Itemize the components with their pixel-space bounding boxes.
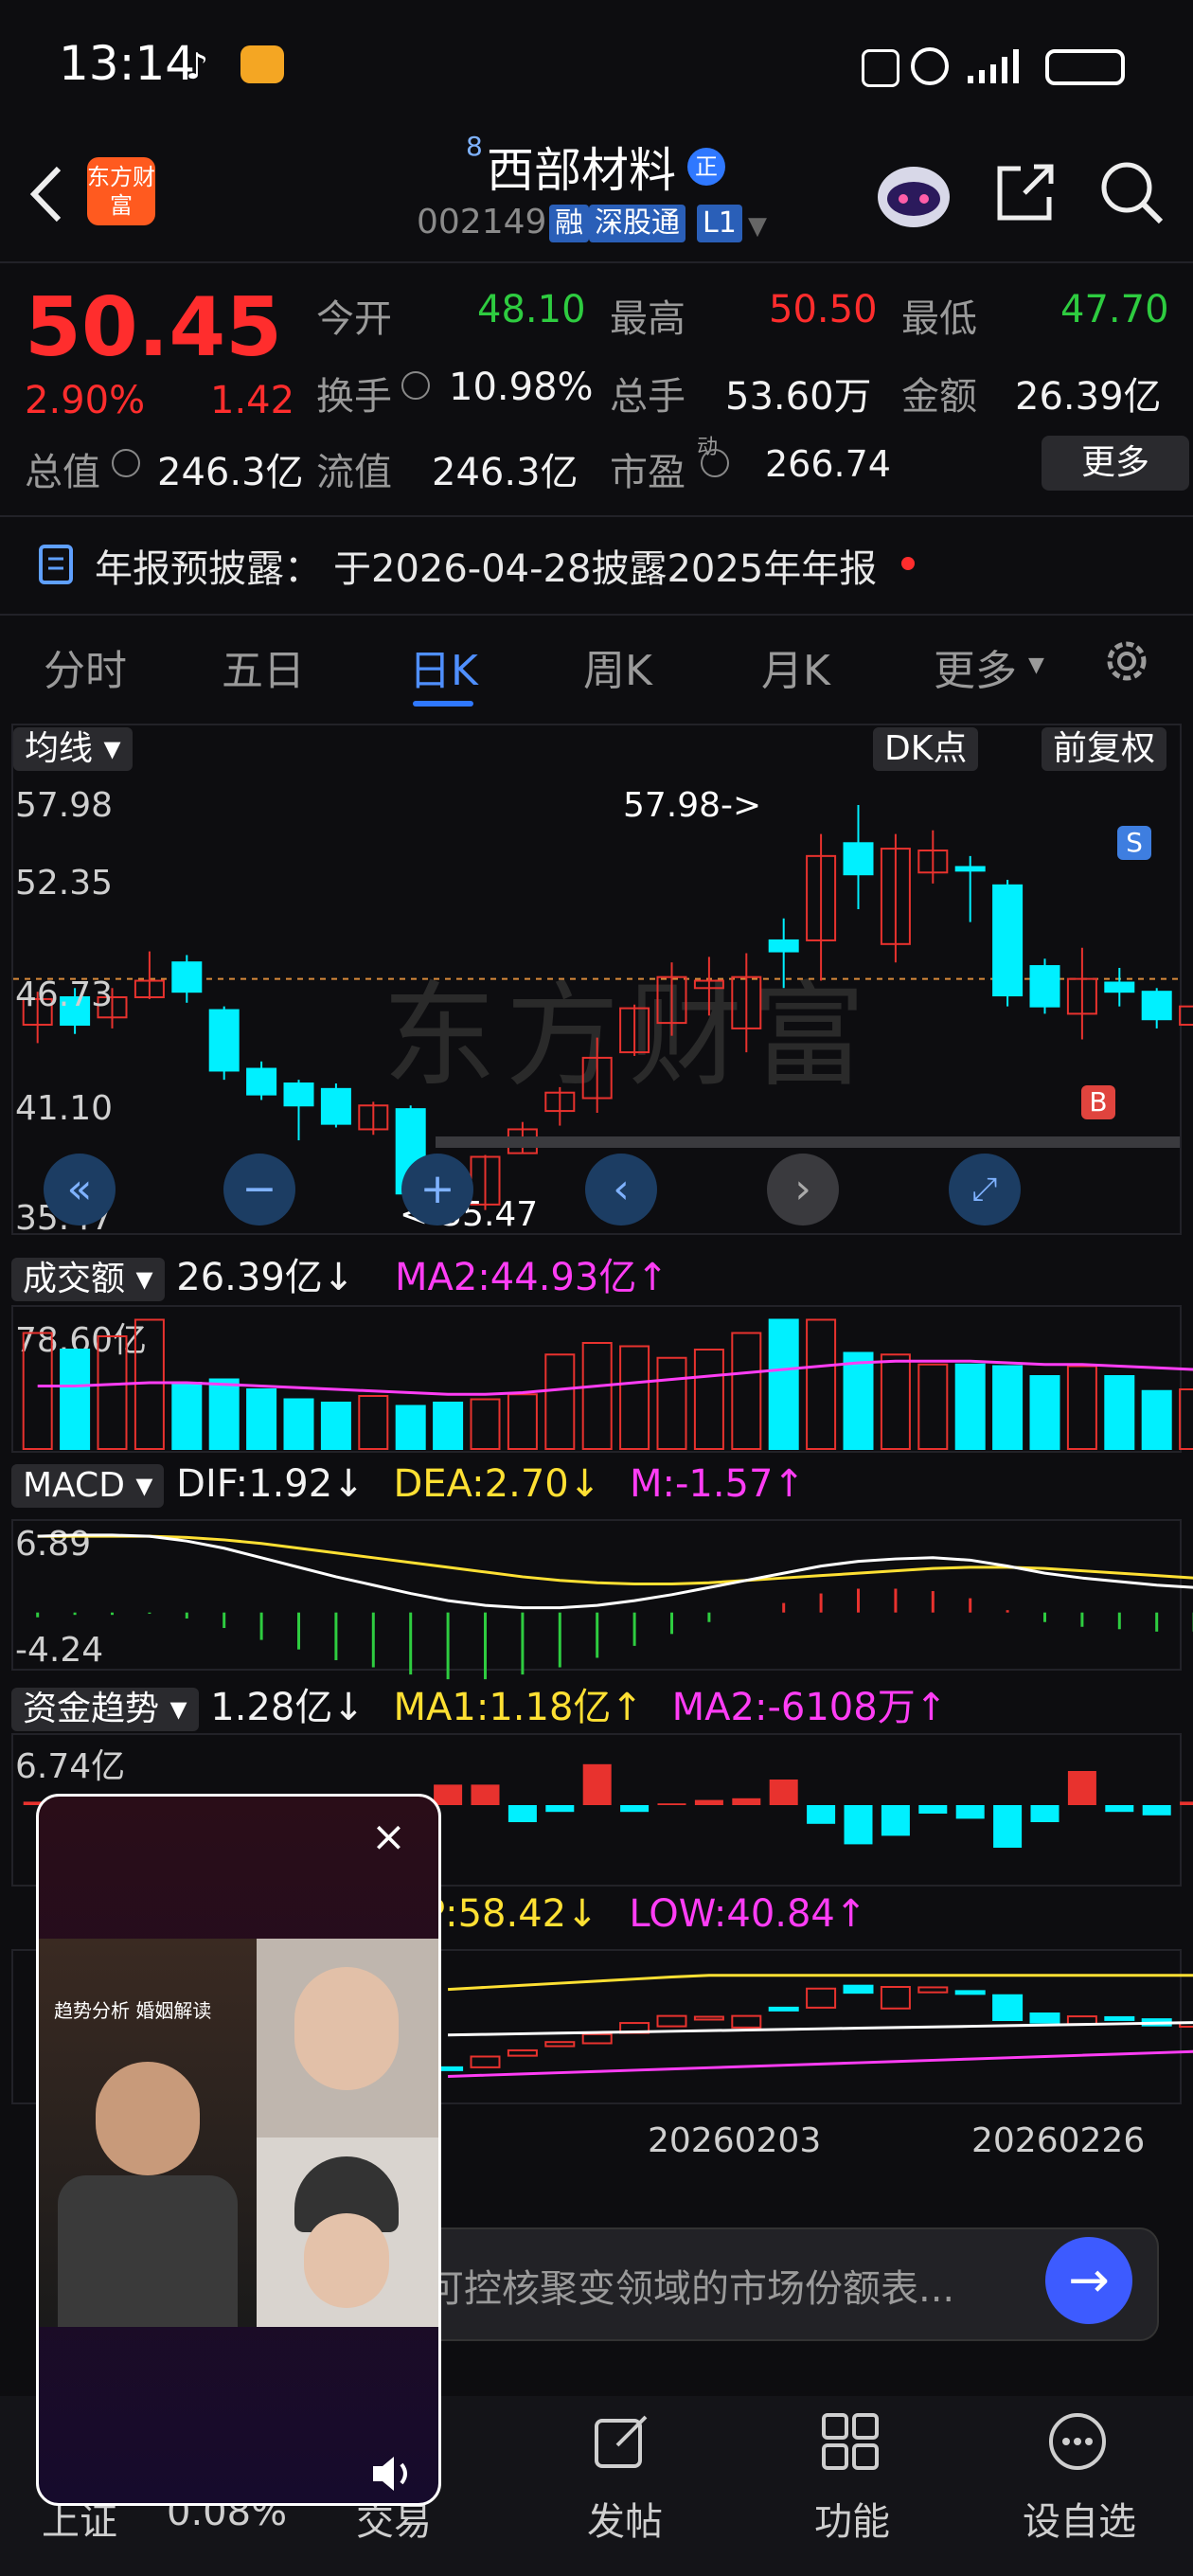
band-mid-line [448,2021,1193,2037]
volume-bar [246,1388,277,1450]
band-candle [917,1986,949,1994]
send-arrow-icon[interactable]: → [1045,2237,1132,2324]
volume-bar [97,1335,128,1450]
band-candle [880,1986,911,2010]
volume-bar [358,1395,389,1450]
video-banner-text: 趋势分析 婚姻解读 [54,1999,212,2022]
host-body [58,2175,238,2327]
fund-bar [844,1805,873,1845]
video-guest-frame [257,1939,438,2138]
volume-bar [619,1345,650,1450]
close-icon[interactable]: × [371,1813,406,1861]
volume-bar [395,1404,426,1450]
volume-bar [1029,1375,1060,1450]
fund-bar [620,1805,650,1813]
band-candle [544,2041,576,2048]
guest-avatar [294,1967,399,2090]
fund-bar [1030,1805,1059,1822]
fund-bar [507,1805,537,1822]
more-dots-icon[interactable] [1047,2411,1108,2472]
volume-bar [806,1318,837,1450]
volume-bar [1066,1365,1097,1450]
volume-bar [1141,1389,1172,1450]
band-candle [954,1990,986,1995]
fund-bar [769,1780,798,1805]
volume-bar [1179,1388,1193,1450]
post-icon[interactable] [593,2411,653,2472]
volume-bar [992,1365,1024,1450]
volume-bar [693,1349,724,1450]
macd-dif-line [37,1533,1193,1610]
band-candle [507,2048,538,2057]
volume-bar [954,1363,986,1450]
band-candle [731,2014,762,2029]
band-candle [768,2006,799,2012]
volume-bar [843,1351,874,1450]
nav-post[interactable]: 发帖 [587,2491,663,2546]
fund-bar [881,1805,910,1836]
volume-bar [544,1353,576,1450]
fund-bar [918,1805,948,1814]
ask-ai-placeholder[interactable]: 可控核聚变领域的市场份额表... [426,2258,954,2313]
band-up-line [448,1974,1193,1992]
fund-bar [471,1784,500,1805]
nav-add-watchlist[interactable]: 设自选 [1023,2491,1136,2546]
volume-bar [470,1398,501,1450]
macd-dea-line [37,1534,1193,1585]
band-candle [470,2055,501,2068]
fund-bar [1067,1771,1096,1805]
band-candle [581,2032,613,2045]
volume-bar [22,1332,53,1450]
fund-bar [1142,1805,1171,1816]
fund-bar [694,1799,723,1805]
fund-bar [1105,1805,1134,1813]
band-candle [992,1994,1024,2021]
band-candle [843,1984,874,1995]
volume-bar [1104,1375,1135,1450]
host-avatar [96,2062,200,2175]
band-candle [806,1987,837,2009]
function-grid-icon[interactable] [820,2411,881,2472]
volume-bar [581,1342,613,1450]
volume-bar [656,1356,687,1450]
band-candle [1029,2012,1060,2024]
video-guest-frame [257,2138,438,2327]
band-candle [1104,2015,1135,2021]
volume-bar [208,1378,240,1450]
volume-bar [768,1318,799,1450]
fund-bar [955,1805,985,1819]
fund-bar [545,1805,575,1813]
volume-icon[interactable] [369,2453,418,2495]
nav-function[interactable]: 功能 [814,2491,890,2546]
band-candle [656,2014,687,2028]
volume-bar [283,1398,314,1450]
volume-bar [171,1382,203,1450]
volume-bar [880,1353,911,1450]
fund-bar [1180,1801,1193,1805]
band-low-line [448,2049,1193,2078]
volume-bar [507,1393,538,1450]
volume-bar [731,1332,762,1450]
band-candle [693,2015,724,2021]
fund-bar [732,1798,761,1805]
volume-bar [433,1402,464,1450]
fund-bar [657,1803,686,1805]
volume-bar [917,1363,949,1450]
fund-bar [807,1805,836,1824]
fund-bar [993,1805,1023,1848]
volume-bar [60,1349,91,1450]
guest-face [304,2213,389,2308]
fund-bar [582,1763,612,1805]
video-host-frame: 趋势分析 婚姻解读 [39,1939,257,2327]
volume-bar [320,1402,351,1450]
floating-video[interactable]: 趋势分析 婚姻解读 [36,1794,441,2506]
fund-bar [434,1784,463,1805]
